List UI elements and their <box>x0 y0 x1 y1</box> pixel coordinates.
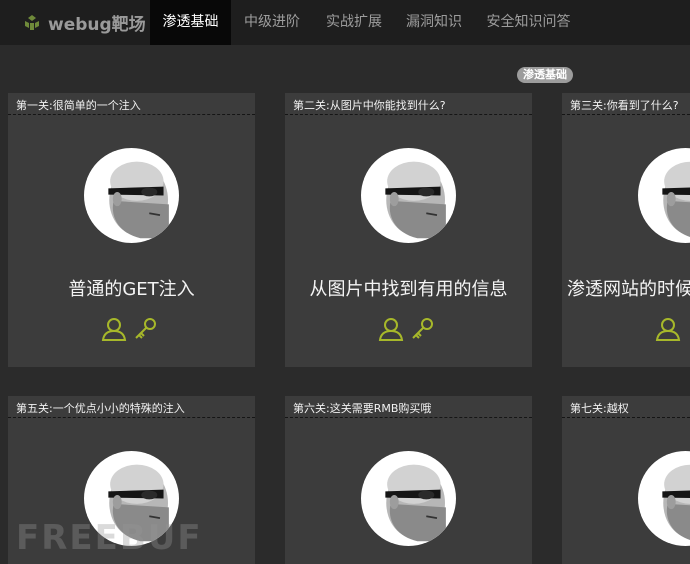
avatar <box>84 148 179 243</box>
nav-tab-security-qa[interactable]: 安全知识问答 <box>475 0 582 45</box>
brand[interactable]: webug靶场 <box>22 0 146 45</box>
card-title: 第六关:这关需要RMB购买哦 <box>293 402 432 415</box>
nav-tab-penetration-basics[interactable]: 渗透基础 <box>150 0 231 45</box>
card-title: 第七关:越权 <box>570 402 629 415</box>
avatar <box>638 451 690 546</box>
level-card[interactable]: 第七关:越权 <box>562 396 690 564</box>
card-divider <box>285 417 532 418</box>
user-icon[interactable] <box>101 316 127 342</box>
nav-tab-intermediate[interactable]: 中级进阶 <box>231 0 313 45</box>
card-name: 从图片中找到有用的信息 <box>309 279 508 300</box>
top-navbar: webug靶场 渗透基础 中级进阶 实战扩展 漏洞知识 安全知识问答 <box>0 0 690 45</box>
card-divider <box>562 114 690 115</box>
avatar <box>638 148 690 243</box>
section-badge: 渗透基础 <box>517 67 573 83</box>
key-icon[interactable] <box>133 316 159 342</box>
card-name: 渗透网站的时候 <box>567 279 690 300</box>
card-divider <box>562 417 690 418</box>
avatar <box>361 148 456 243</box>
logo-icon <box>25 14 39 30</box>
key-icon[interactable] <box>410 316 436 342</box>
card-divider <box>285 114 532 115</box>
user-icon[interactable] <box>655 316 681 342</box>
card-name: 普通的GET注入 <box>68 279 195 300</box>
nav-tab-vulnerability-knowledge[interactable]: 漏洞知识 <box>395 0 473 45</box>
nav-tab-practical[interactable]: 实战扩展 <box>313 0 395 45</box>
card-divider <box>8 114 255 115</box>
level-card[interactable]: 第三关:你看到了什么? 渗透网站的时候 <box>562 93 690 367</box>
card-title: 第三关:你看到了什么? <box>570 99 679 112</box>
level-card[interactable]: 第一关:很简单的一个注入 普通的GET注入 <box>8 93 255 367</box>
card-title: 第五关:一个优点小小的特殊的注入 <box>16 402 185 415</box>
level-card[interactable]: 第二关:从图片中你能找到什么? 从图片中找到有用的信息 <box>285 93 532 367</box>
brand-name: webug靶场 <box>48 15 146 35</box>
avatar <box>361 451 456 546</box>
card-divider <box>8 417 255 418</box>
card-title: 第二关:从图片中你能找到什么? <box>293 99 446 112</box>
card-title: 第一关:很简单的一个注入 <box>16 99 141 112</box>
watermark: FREEBUF <box>16 518 203 558</box>
level-card[interactable]: 第六关:这关需要RMB购买哦 <box>285 396 532 564</box>
user-icon[interactable] <box>378 316 404 342</box>
